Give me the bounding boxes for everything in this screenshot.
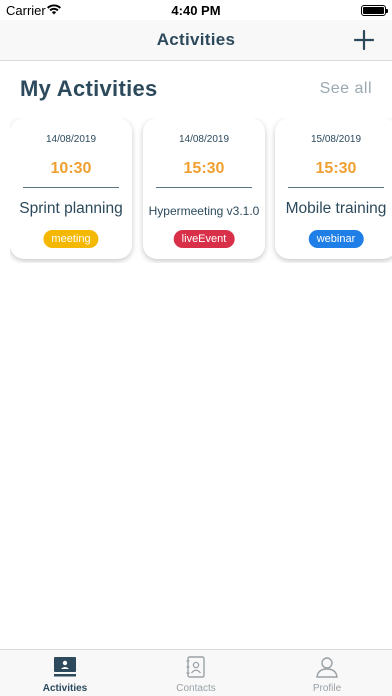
add-activity-button[interactable] — [350, 26, 378, 54]
activity-name: Mobile training — [285, 200, 387, 217]
activity-time: 10:30 — [50, 160, 92, 177]
activity-date: 14/08/2019 — [178, 134, 230, 145]
tab-label: Contacts — [176, 683, 216, 694]
activity-card[interactable]: 15/08/2019 15:30 Mobile training webinar — [275, 118, 392, 259]
tab-profile[interactable]: Profile — [262, 650, 392, 696]
activity-carousel[interactable]: 14/08/2019 10:30 Sprint planning meeting… — [10, 118, 392, 263]
page-title: Activities — [156, 30, 236, 49]
person-icon — [316, 657, 338, 678]
activity-card[interactable]: 14/08/2019 10:30 Sprint planning meeting — [10, 118, 132, 259]
presentation-icon — [54, 657, 76, 677]
activity-type-badge: meeting — [43, 230, 99, 248]
tab-bar: Activities Contacts Profile — [0, 649, 392, 696]
activity-type-badge: liveEvent — [173, 230, 235, 248]
activity-time: 15:30 — [315, 160, 357, 177]
tab-label: Profile — [312, 683, 342, 694]
activity-card[interactable]: 14/08/2019 15:30 Hypermeeting v3.1.0 liv… — [143, 118, 265, 259]
clock: 4:40 PM — [171, 3, 221, 18]
battery-icon — [361, 5, 388, 16]
navigation-bar: Activities — [0, 20, 392, 61]
activity-name: Hypermeeting v3.1.0 — [148, 204, 260, 218]
tab-label: Activities — [42, 683, 88, 694]
tab-contacts[interactable]: Contacts — [131, 650, 261, 696]
activity-type-badge: webinar — [308, 230, 364, 248]
activity-date: 14/08/2019 — [45, 134, 97, 145]
card-divider — [23, 187, 119, 188]
section-title: My Activities — [20, 76, 158, 101]
tab-activities[interactable]: Activities — [0, 650, 130, 696]
card-divider — [288, 187, 384, 188]
section-header: My Activities See all — [20, 74, 372, 104]
activity-name: Sprint planning — [19, 200, 123, 217]
activity-time: 15:30 — [183, 160, 225, 177]
status-bar: Carrier 4:40 PM — [0, 0, 392, 20]
activity-date: 15/08/2019 — [310, 134, 362, 145]
see-all-link[interactable]: See all — [320, 80, 372, 98]
contact-card-icon — [186, 656, 205, 678]
card-divider — [156, 187, 252, 188]
